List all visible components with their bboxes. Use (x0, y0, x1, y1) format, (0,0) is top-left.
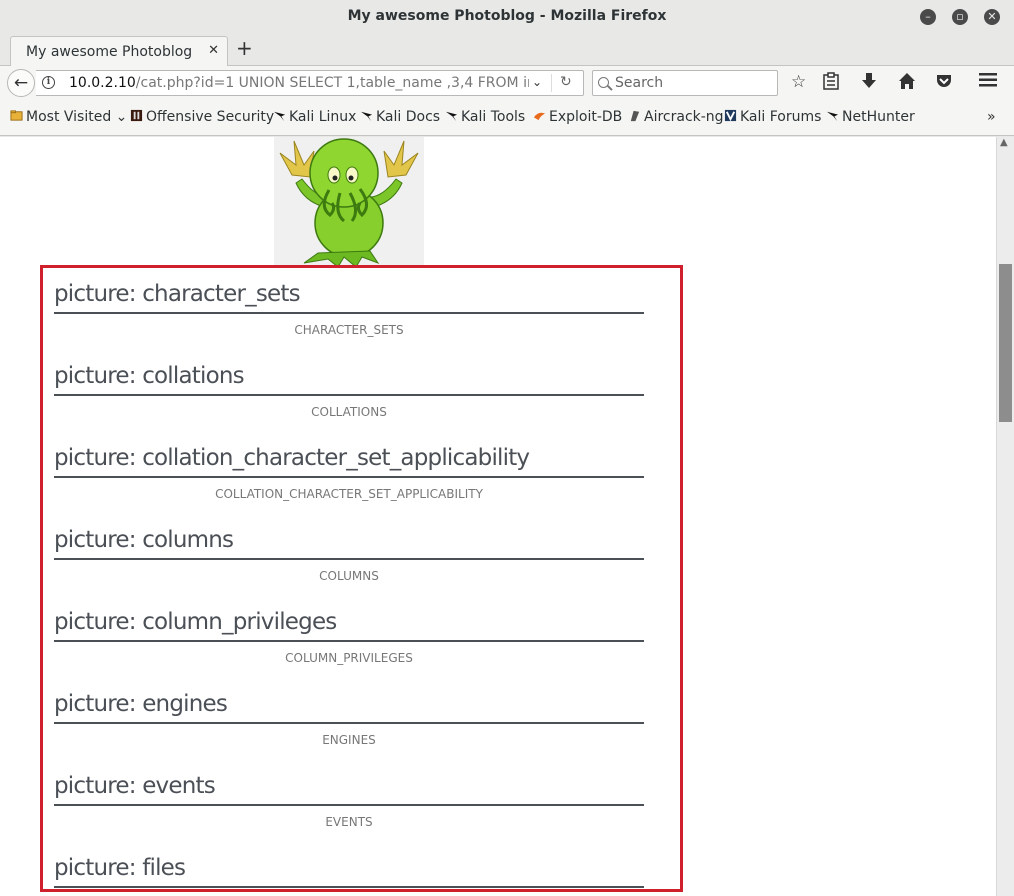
chevron-down-icon: ⌄ (111, 109, 128, 125)
bookmark-label: Kali Linux (289, 109, 357, 125)
picture-title[interactable]: picture: collations (54, 360, 644, 396)
hamburger-menu-icon[interactable] (979, 72, 997, 93)
close-icon[interactable]: ✕ (984, 9, 1000, 25)
tab-close-icon[interactable]: ✕ (208, 43, 219, 58)
url-bar[interactable]: i 10.0.2.10/cat.php?id=1 UNION SELECT 1,… (36, 70, 584, 96)
bookmark-label: Most Visited (26, 109, 112, 125)
bookmark-label: Offensive Security (146, 109, 275, 125)
bookmarks-overflow-icon[interactable]: » (987, 109, 996, 125)
scrollbar-thumb[interactable] (999, 264, 1012, 422)
bookmark-most-visited[interactable]: Most Visited ⌄ (10, 109, 127, 125)
kali-dragon-icon (360, 111, 373, 122)
picture-title[interactable]: picture: engines (54, 688, 644, 724)
kali-dragon-icon (826, 111, 839, 122)
bookmark-label: Exploit-DB (549, 109, 623, 125)
picture-caption: COLLATIONS (311, 405, 387, 419)
firefox-window: My awesome Photoblog - Mozilla Firefox –… (0, 0, 1014, 896)
navigation-toolbar: ← i 10.0.2.10/cat.php?id=1 UNION SELECT … (0, 66, 1014, 100)
picture-title[interactable]: picture: collation_character_set_applica… (54, 442, 644, 478)
bookmark-kali-docs[interactable]: Kali Docs (360, 109, 440, 125)
bookmarks-toolbar: Most Visited ⌄ Offensive Security Kali L… (0, 100, 1014, 136)
picture-title[interactable]: picture: character_sets (54, 278, 644, 314)
bookmark-kali-tools[interactable]: Kali Tools (445, 109, 525, 125)
picture-entry: picture: collation_character_set_applica… (54, 442, 644, 501)
reload-icon[interactable]: ↻ (560, 74, 572, 90)
cthulhu-image (274, 137, 424, 268)
url-separator (551, 74, 552, 92)
maximize-icon[interactable]: ▫ (952, 9, 968, 25)
picture-title[interactable]: picture: files (54, 852, 644, 888)
title-bar: My awesome Photoblog - Mozilla Firefox –… (0, 0, 1014, 34)
picture-entry: picture: column_privileges COLUMN_PRIVIL… (54, 606, 644, 665)
picture-title[interactable]: picture: events (54, 770, 644, 806)
picture-entry: picture: events EVENTS (54, 770, 644, 829)
exploit-db-icon (533, 112, 546, 121)
picture-title[interactable]: picture: columns (54, 524, 644, 560)
picture-caption: COLUMNS (319, 569, 379, 583)
picture-caption: CHARACTER_SETS (294, 323, 404, 337)
picture-entry: picture: engines ENGINES (54, 688, 644, 747)
picture-caption: COLLATION_CHARACTER_SET_APPLICABILITY (215, 487, 483, 501)
bookmark-aircrack-ng[interactable]: Aircrack-ng (628, 109, 724, 125)
back-arrow-icon[interactable]: ← (7, 69, 35, 97)
page-viewport: picture: character_sets CHARACTER_SETS p… (0, 137, 996, 896)
tab-photoblog[interactable]: My awesome Photoblog ✕ (10, 36, 228, 67)
pocket-icon[interactable] (935, 72, 953, 95)
picture-entry: picture: collations COLLATIONS (54, 360, 644, 419)
new-tab-icon[interactable]: + (236, 38, 253, 58)
bookmark-label: Aircrack-ng (644, 109, 724, 125)
window-title: My awesome Photoblog - Mozilla Firefox (347, 8, 667, 24)
reader-list-icon[interactable] (823, 72, 839, 95)
picture-entry: picture: columns COLUMNS (54, 524, 644, 583)
home-icon[interactable] (898, 72, 916, 95)
bookmark-kali-linux[interactable]: Kali Linux (273, 109, 356, 125)
url-text[interactable]: 10.0.2.10/cat.php?id=1 UNION SELECT 1,ta… (69, 75, 529, 91)
picture-caption: ENGINES (322, 733, 376, 747)
bookmark-kali-forums[interactable]: Kali Forums (724, 109, 821, 125)
picture-title[interactable]: picture: column_privileges (54, 606, 644, 642)
bookmark-star-icon[interactable]: ☆ (791, 72, 806, 92)
bookmark-nethunter[interactable]: NetHunter (826, 109, 915, 125)
bookmark-label: NetHunter (842, 109, 915, 125)
picture-caption: COLUMN_PRIVILEGES (285, 651, 413, 665)
kali-forums-icon (724, 109, 737, 122)
search-box[interactable] (592, 70, 778, 96)
bookmark-label: Kali Docs (376, 109, 441, 125)
tab-label: My awesome Photoblog (26, 44, 193, 60)
bookmark-label: Kali Tools (461, 109, 526, 125)
url-path: /cat.php?id=1 UNION SELECT 1,table_name … (135, 75, 529, 91)
offsec-icon (130, 109, 143, 122)
tab-strip: My awesome Photoblog ✕ (0, 34, 1014, 67)
picture-caption: EVENTS (325, 815, 373, 829)
search-input[interactable] (615, 72, 765, 94)
search-icon (598, 77, 609, 88)
vertical-scrollbar[interactable]: ▲ (996, 137, 1014, 896)
bookmark-offensive-security[interactable]: Offensive Security (130, 109, 274, 125)
folder-icon (10, 110, 23, 121)
download-icon[interactable] (861, 72, 877, 95)
aircrack-icon (630, 110, 640, 122)
kali-dragon-icon (273, 111, 286, 122)
picture-entry: picture: character_sets CHARACTER_SETS (54, 278, 644, 337)
info-icon[interactable]: i (42, 76, 55, 89)
bookmark-exploit-db[interactable]: Exploit-DB (533, 109, 622, 125)
picture-entry: picture: files (54, 852, 644, 888)
url-host: 10.0.2.10 (69, 75, 136, 91)
kali-dragon-icon (445, 111, 458, 122)
url-dropdown-icon[interactable]: ⌄ (532, 75, 542, 89)
bookmark-label: Kali Forums (740, 109, 822, 125)
minimize-icon[interactable]: – (920, 9, 936, 25)
scroll-up-arrow-icon[interactable]: ▲ (1000, 137, 1008, 148)
